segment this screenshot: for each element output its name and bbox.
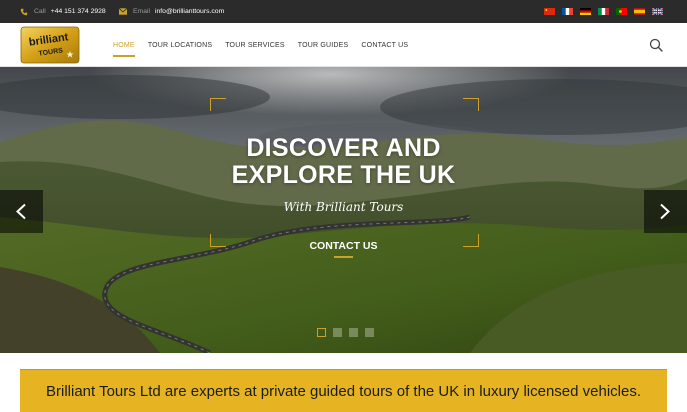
site-header: brilliant TOURS HOME TOUR LOCATIONS TOUR… xyxy=(0,23,687,67)
chevron-right-icon xyxy=(660,203,670,220)
nav-contact-us[interactable]: CONTACT US xyxy=(361,38,408,53)
hero-subtitle: With Brilliant Tours xyxy=(283,200,404,214)
hero-title-line-2: EXPLORE THE UK xyxy=(231,161,456,189)
hero-title-line-1: DISCOVER AND xyxy=(246,134,441,162)
brilliant-tours-logo[interactable]: brilliant TOURS xyxy=(20,26,80,64)
chevron-left-icon xyxy=(16,203,26,220)
slider-next-button[interactable] xyxy=(644,190,687,233)
email-contact[interactable]: Email info@brillianttours.com xyxy=(119,0,224,23)
main-nav: HOME TOUR LOCATIONS TOUR SERVICES TOUR G… xyxy=(113,23,408,67)
email-label: Email xyxy=(133,8,150,15)
germany-flag-icon[interactable] xyxy=(580,8,591,15)
hero-slider: DISCOVER AND EXPLORE THE UK With Brillia… xyxy=(0,67,687,353)
intro-banner-text: Brilliant Tours Ltd are experts at priva… xyxy=(45,383,642,400)
slider-pagination xyxy=(317,328,374,337)
phone-contact[interactable]: Call +44 151 374 2928 xyxy=(20,0,106,23)
france-flag-icon[interactable] xyxy=(562,8,573,15)
slider-dot-2[interactable] xyxy=(333,328,342,337)
phone-label: Call xyxy=(34,8,46,15)
nav-tour-guides[interactable]: TOUR GUIDES xyxy=(298,38,349,53)
frame-corner-bottom-right xyxy=(463,234,479,247)
search-icon[interactable] xyxy=(649,38,663,52)
phone-icon xyxy=(20,8,28,15)
frame-corner-top-left xyxy=(210,98,226,111)
hero-contact-button[interactable]: CONTACT US xyxy=(293,238,394,258)
nav-tour-locations[interactable]: TOUR LOCATIONS xyxy=(148,38,212,53)
language-flags xyxy=(544,8,663,15)
envelope-icon xyxy=(119,8,127,15)
phone-number[interactable]: +44 151 374 2928 xyxy=(51,8,106,15)
china-flag-icon[interactable] xyxy=(544,8,555,15)
slider-prev-button[interactable] xyxy=(0,190,43,233)
nav-tour-services[interactable]: TOUR SERVICES xyxy=(225,38,285,53)
slider-dot-3[interactable] xyxy=(349,328,358,337)
slider-dot-1[interactable] xyxy=(317,328,326,337)
intro-banner: Brilliant Tours Ltd are experts at priva… xyxy=(20,369,667,412)
spain-flag-icon[interactable] xyxy=(634,8,645,15)
top-bar: Call +44 151 374 2928 Email info@brillia… xyxy=(0,0,687,23)
italy-flag-icon[interactable] xyxy=(598,8,609,15)
hero-title: DISCOVER AND EXPLORE THE UK xyxy=(0,135,687,189)
portugal-flag-icon[interactable] xyxy=(616,8,627,15)
frame-corner-top-right xyxy=(463,98,479,111)
slider-dot-4[interactable] xyxy=(365,328,374,337)
nav-home[interactable]: HOME xyxy=(113,38,135,57)
email-address[interactable]: info@brillianttours.com xyxy=(155,8,224,15)
frame-corner-bottom-left xyxy=(210,234,226,247)
uk-flag-icon[interactable] xyxy=(652,8,663,15)
